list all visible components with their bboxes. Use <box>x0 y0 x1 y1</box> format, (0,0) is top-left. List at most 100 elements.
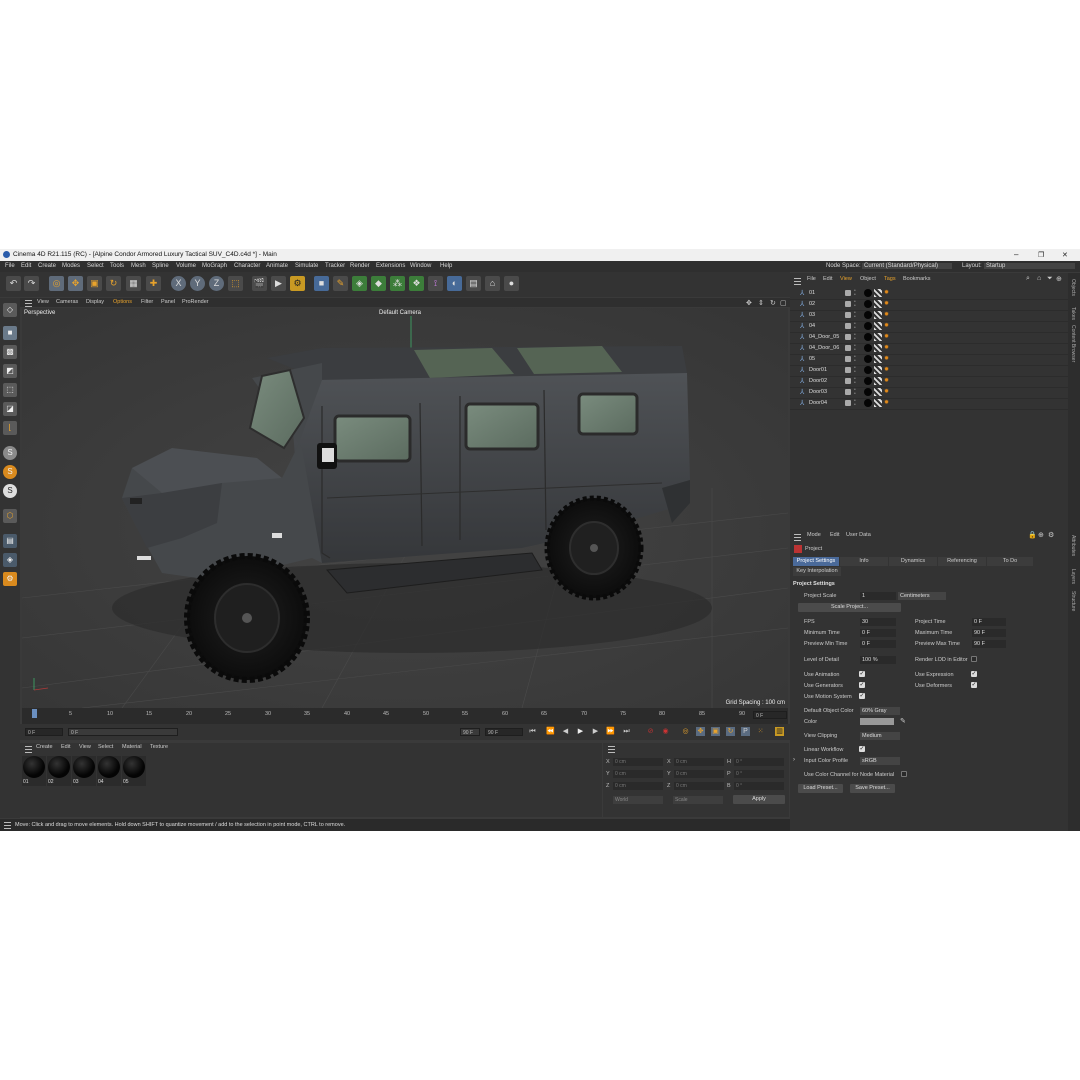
goto-start-icon[interactable]: ⏮ <box>528 727 537 736</box>
menu-spline[interactable]: Spline <box>152 263 169 269</box>
size-z-field[interactable]: 0 cm <box>674 782 724 790</box>
vp-menu-prorender[interactable]: ProRender <box>182 299 209 305</box>
visibility-check[interactable] <box>845 367 851 373</box>
make-editable-icon[interactable]: ◇ <box>3 303 17 317</box>
object-row[interactable]: ⅄ Door03 • • ✹ <box>790 388 1068 399</box>
phong-tag-icon[interactable]: ✹ <box>884 345 891 352</box>
axis-mode-icon[interactable]: ▤ <box>3 534 17 548</box>
mat-menu-create[interactable]: Create <box>36 744 53 750</box>
filter-icon[interactable]: ⏷ <box>1047 275 1053 283</box>
next-frame-icon[interactable]: ▶ <box>591 727 600 736</box>
material-swatch[interactable]: 04 <box>97 756 121 786</box>
visibility-check[interactable] <box>845 400 851 406</box>
tab-objects[interactable]: Objects <box>1070 279 1076 296</box>
tab-referencing[interactable]: Referencing <box>938 557 986 566</box>
obj-menu-file[interactable]: File <box>807 276 816 282</box>
rot-b-field[interactable]: 0 ° <box>734 782 784 790</box>
uvw-tag-icon[interactable] <box>874 311 882 319</box>
viewport-camera-label[interactable]: Default Camera <box>379 310 421 316</box>
size-y-field[interactable]: 0 cm <box>674 770 724 778</box>
light-icon[interactable]: ● <box>504 276 519 291</box>
uvw-tag-icon[interactable] <box>874 355 882 363</box>
linear-workflow-checkbox[interactable]: ✓ <box>859 746 865 752</box>
close-button[interactable]: ✕ <box>1062 251 1068 259</box>
project-scale-unit-dropdown[interactable]: Centimeters <box>898 592 946 600</box>
record-active-icon[interactable]: ⊘ <box>646 727 655 736</box>
tab-attributes[interactable]: Attributes <box>1070 535 1076 556</box>
material-tag-icon[interactable] <box>864 366 872 374</box>
mat-menu-edit[interactable]: Edit <box>61 744 70 750</box>
visibility-check[interactable] <box>845 290 851 296</box>
uvw-tag-icon[interactable] <box>874 300 882 308</box>
visibility-dots[interactable]: • • <box>854 333 856 342</box>
next-key-icon[interactable]: ⏩ <box>606 727 615 736</box>
material-tag-icon[interactable] <box>864 311 872 319</box>
visibility-dots[interactable]: • • <box>854 311 856 320</box>
apply-button[interactable]: Apply <box>733 795 785 804</box>
rotate-tool-icon[interactable]: ↻ <box>106 276 121 291</box>
color-picker-icon[interactable]: ✎ <box>900 717 906 725</box>
move-tool-icon[interactable]: ✥ <box>68 276 83 291</box>
material-swatch[interactable]: 03 <box>72 756 96 786</box>
object-row[interactable]: ⅄ 02 • • ✹ <box>790 300 1068 311</box>
menu-help[interactable]: Help <box>440 263 452 269</box>
points-mode-icon[interactable]: ⬚ <box>3 383 17 397</box>
tab-project-settings[interactable]: Project Settings <box>793 557 839 566</box>
uvw-tag-icon[interactable] <box>874 289 882 297</box>
attribute-menu-icon[interactable] <box>794 534 801 541</box>
material-tag-icon[interactable] <box>864 355 872 363</box>
visibility-check[interactable] <box>845 323 851 329</box>
visibility-dots[interactable]: • • <box>854 344 856 353</box>
object-row[interactable]: ⅄ 03 • • ✹ <box>790 311 1068 322</box>
environment-icon[interactable]: ◐ <box>447 276 462 291</box>
phong-tag-icon[interactable]: ✹ <box>884 334 891 341</box>
phong-tag-icon[interactable]: ✹ <box>884 356 891 363</box>
obj-menu-tags[interactable]: Tags <box>884 276 896 282</box>
home-icon[interactable]: ⌂ <box>1037 275 1041 282</box>
y-axis-lock[interactable]: Y <box>190 276 205 291</box>
z-axis-lock[interactable]: Z <box>209 276 224 291</box>
phong-tag-icon[interactable]: ✹ <box>884 323 891 330</box>
layout-dropdown[interactable]: Startup <box>984 263 1076 269</box>
floor-icon[interactable]: ▤ <box>466 276 481 291</box>
uvw-tag-icon[interactable] <box>874 399 882 407</box>
attr-settings-icon[interactable]: ⚙ <box>1048 531 1054 539</box>
material-swatch[interactable]: 02 <box>47 756 71 786</box>
viewport-zoom-icon[interactable]: ⇕ <box>758 299 764 307</box>
scale-tool-icon[interactable]: ▣ <box>87 276 102 291</box>
attr-menu-user-data[interactable]: User Data <box>846 532 871 538</box>
edit-render-settings-icon[interactable]: ⚙ <box>290 276 305 291</box>
attr-new-window-icon[interactable]: ⊕ <box>1038 531 1044 539</box>
snap-settings-icon[interactable]: S <box>3 465 17 479</box>
use-deformers-checkbox[interactable]: ✓ <box>971 682 977 688</box>
object-row[interactable]: ⅄ Door01 • • ✹ <box>790 366 1068 377</box>
vp-menu-panel[interactable]: Panel <box>161 299 175 305</box>
view-clipping-dropdown[interactable]: Medium <box>860 732 900 740</box>
phong-tag-icon[interactable]: ✹ <box>884 400 891 407</box>
maximize-button[interactable]: ❐ <box>1038 251 1044 259</box>
world-axis-icon[interactable]: ✚ <box>146 276 161 291</box>
recent-tools-icon[interactable]: ▦ <box>126 276 141 291</box>
visibility-check[interactable] <box>845 334 851 340</box>
tab-key-interpolation[interactable]: Key Interpolation <box>793 567 841 576</box>
x-axis-lock[interactable]: X <box>171 276 186 291</box>
range-slider-end[interactable]: 90 F <box>460 728 480 736</box>
default-object-color-dropdown[interactable]: 60% Gray <box>860 707 900 715</box>
range-slider-start[interactable]: 0 F <box>68 728 178 736</box>
menu-simulate[interactable]: Simulate <box>295 263 318 269</box>
material-tag-icon[interactable] <box>864 289 872 297</box>
mat-menu-view[interactable]: View <box>79 744 91 750</box>
obj-menu-view[interactable]: View <box>840 276 852 282</box>
menu-animate[interactable]: Animate <box>266 263 288 269</box>
visibility-dots[interactable]: • • <box>854 355 856 364</box>
menu-edit[interactable]: Edit <box>21 263 31 269</box>
menu-modes[interactable]: Modes <box>62 263 80 269</box>
goto-end-icon[interactable]: ⏭ <box>622 727 631 736</box>
timeline-window-icon[interactable]: ▥ <box>775 727 784 736</box>
object-menu-icon[interactable] <box>794 278 801 285</box>
material-tag-icon[interactable] <box>864 300 872 308</box>
uvw-tag-icon[interactable] <box>874 377 882 385</box>
visibility-check[interactable] <box>845 378 851 384</box>
tweak-mode-icon[interactable]: ⚙ <box>3 572 17 586</box>
cube-icon[interactable]: ■ <box>314 276 329 291</box>
